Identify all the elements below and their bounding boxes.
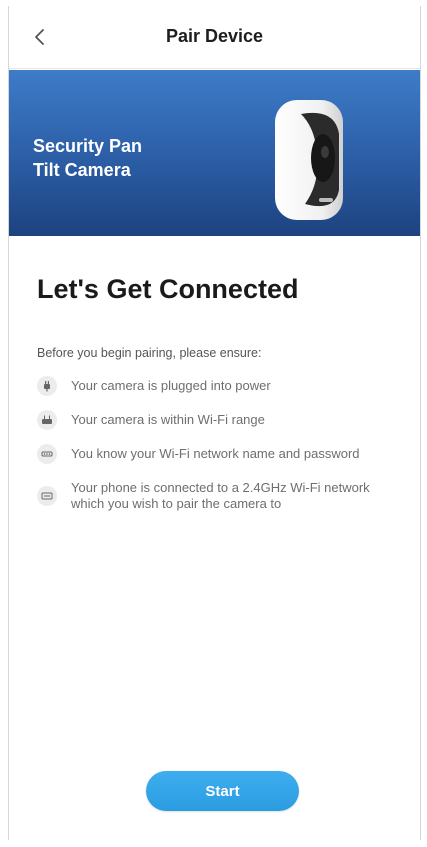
requirement-text: Your camera is plugged into power [71, 378, 271, 393]
start-button[interactable]: Start [146, 771, 299, 811]
requirement-wifi-range: Your camera is within Wi-Fi range [37, 410, 397, 430]
requirements-list: Your camera is plugged into power Your c… [37, 376, 397, 530]
requirement-text: Your phone is connected to a 2.4GHz Wi-F… [71, 480, 370, 511]
pair-device-screen: Pair Device Security Pan Tilt Camera Let… [8, 6, 421, 840]
section-heading: Let's Get Connected [37, 274, 299, 304]
camera-illustration [275, 100, 343, 220]
requirement-phone-network: Your phone is connected to a 2.4GHz Wi-F… [37, 480, 397, 512]
top-bar: Pair Device [9, 6, 420, 69]
phone-wifi-icon [37, 486, 57, 506]
requirement-network-credentials: You know your Wi-Fi network name and pas… [37, 444, 397, 464]
device-name: Security Pan Tilt Camera [33, 136, 143, 180]
requirement-power: Your camera is plugged into power [37, 376, 397, 396]
intro-text: Before you begin pairing, please ensure: [37, 346, 262, 360]
page-title: Pair Device [165, 26, 264, 46]
router-icon [37, 410, 57, 430]
requirement-text: You know your Wi-Fi network name and pas… [71, 446, 360, 461]
power-plug-icon [37, 376, 57, 396]
password-icon [37, 444, 57, 464]
device-banner: Security Pan Tilt Camera [9, 70, 420, 236]
requirement-text: Your camera is within Wi-Fi range [71, 412, 265, 427]
